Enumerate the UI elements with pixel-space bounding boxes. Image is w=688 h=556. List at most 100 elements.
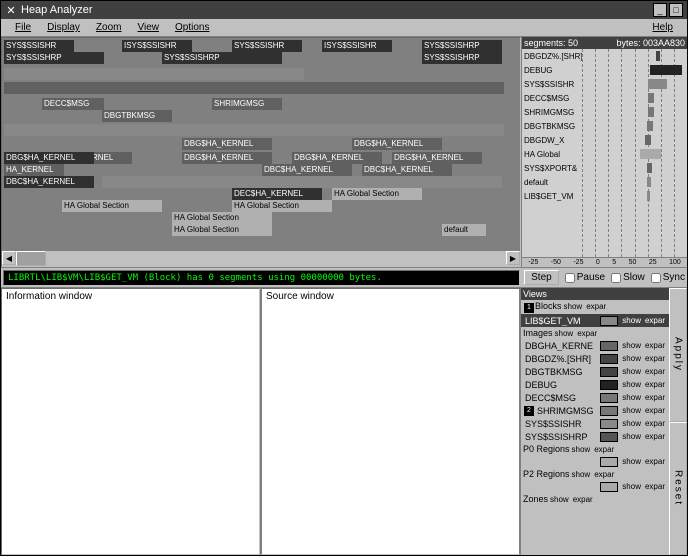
heap-block[interactable]: DBG$HA_KERNEL <box>352 138 442 150</box>
segment-row[interactable]: DBGDW_X <box>522 133 687 147</box>
segment-row[interactable]: DBGDZ%.[SHR] <box>522 49 687 63</box>
expand-link[interactable]: expar <box>643 419 667 428</box>
view-item[interactable]: showexpar <box>521 455 669 468</box>
view-section-header[interactable]: 1Blocksshowexpar <box>521 300 669 314</box>
view-section-header[interactable]: P0 Regionsshowexpar <box>521 443 669 455</box>
heap-block[interactable] <box>102 176 502 188</box>
view-item[interactable]: DBGHA_KERNEshowexpar <box>521 339 669 352</box>
heap-block[interactable] <box>4 68 304 80</box>
segment-row[interactable]: HA Global <box>522 147 687 161</box>
show-link[interactable]: show <box>570 470 593 479</box>
heap-block[interactable]: DBG$HA_KERNEL <box>182 138 272 150</box>
show-link[interactable]: show <box>620 341 643 350</box>
heap-block[interactable]: HA_KERNEL <box>4 164 64 176</box>
expand-link[interactable]: expar <box>643 354 667 363</box>
heap-block[interactable]: DBG$HA_KERNEL <box>182 152 272 164</box>
heap-block[interactable] <box>4 124 504 136</box>
expand-link[interactable]: expar <box>584 302 608 311</box>
heap-block[interactable]: HA Global Section <box>62 200 162 212</box>
segment-row[interactable]: DEBUG <box>522 63 687 77</box>
minimize-button[interactable]: _ <box>653 3 667 17</box>
heap-block[interactable]: SHRIMGMSG <box>212 98 282 110</box>
view-item[interactable]: DEBUGshowexpar <box>521 378 669 391</box>
view-item[interactable]: LIB$GET_VMshowexpar <box>521 314 669 327</box>
sync-checkbox[interactable]: Sync <box>651 272 685 283</box>
expand-link[interactable]: expar <box>643 380 667 389</box>
information-window[interactable]: Information window <box>1 288 260 555</box>
heap-block[interactable]: ISYS$SSISHR <box>322 40 392 52</box>
menu-options[interactable]: Options <box>167 21 217 34</box>
menu-view[interactable]: View <box>129 21 167 34</box>
show-link[interactable]: show <box>620 419 643 428</box>
heap-block[interactable]: SYS$SSISHR <box>4 40 74 52</box>
scroll-left-icon[interactable]: ◀ <box>2 251 16 265</box>
show-link[interactable]: show <box>553 329 576 338</box>
source-window[interactable]: Source window <box>260 288 521 555</box>
menu-display[interactable]: Display <box>39 21 88 34</box>
expand-link[interactable]: expar <box>643 406 667 415</box>
show-link[interactable]: show <box>562 302 585 311</box>
show-link[interactable]: show <box>548 495 571 504</box>
heap-scrollbar-h[interactable]: ◀ ▶ <box>2 250 520 266</box>
heap-block[interactable]: DBGTBKMSG <box>102 110 172 122</box>
heap-block[interactable]: ISYS$SSISHR <box>122 40 192 52</box>
heap-block[interactable]: DBC$HA_KERNEL <box>362 164 452 176</box>
show-link[interactable]: show <box>620 316 643 325</box>
segments-chart[interactable]: DBGDZ%.[SHR]DEBUGSYS$SSISHRDECC$MSGSHRIM… <box>522 49 687 257</box>
heap-block[interactable]: DBG$HA_KERNEL <box>392 152 482 164</box>
menu-help[interactable]: Help <box>644 21 681 34</box>
heap-block[interactable]: SYS$SSISHRP <box>422 40 502 52</box>
heap-block[interactable]: SYS$SSISHR <box>232 40 302 52</box>
heap-block[interactable]: default <box>442 224 486 236</box>
reset-button[interactable]: Reset <box>669 422 687 556</box>
expand-link[interactable]: expar <box>643 432 667 441</box>
view-section-header[interactable]: Imagesshowexpar <box>521 327 669 339</box>
pause-checkbox[interactable]: Pause <box>565 272 605 283</box>
step-button[interactable]: Step <box>524 270 559 285</box>
segment-row[interactable]: LIB$GET_VM <box>522 189 687 203</box>
heap-block[interactable]: HA Global Section <box>332 188 422 200</box>
show-link[interactable]: show <box>620 482 643 491</box>
expand-link[interactable]: expar <box>643 316 667 325</box>
segment-row[interactable]: default <box>522 175 687 189</box>
heap-block[interactable]: SYS$SSISHRP <box>422 52 502 64</box>
heap-block[interactable]: DECC$MSG <box>42 98 104 110</box>
expand-link[interactable]: expar <box>571 495 595 504</box>
view-item[interactable]: SYS$SSISHRshowexpar <box>521 417 669 430</box>
heap-block[interactable]: HA Global Section <box>172 224 272 236</box>
heap-block[interactable]: DBC$HA_KERNEL <box>262 164 352 176</box>
expand-link[interactable]: expar <box>643 457 667 466</box>
expand-link[interactable]: expar <box>643 367 667 376</box>
scroll-right-icon[interactable]: ▶ <box>506 251 520 265</box>
heap-block[interactable]: DEC$HA_KERNEL <box>232 188 322 200</box>
heap-block[interactable]: HA Global Section <box>172 212 272 224</box>
heap-block[interactable]: SYS$SSISHRP <box>162 52 282 64</box>
menu-zoom[interactable]: Zoom <box>88 21 130 34</box>
segment-row[interactable]: SYS$XPORT& <box>522 161 687 175</box>
view-section-header[interactable]: Zonesshowexpar <box>521 493 669 505</box>
apply-button[interactable]: Apply <box>669 288 687 422</box>
slow-checkbox[interactable]: Slow <box>611 272 645 283</box>
heap-block[interactable]: DBG$HA_KERNEL <box>292 152 382 164</box>
heap-block[interactable]: SYS$SSISHRP <box>4 52 104 64</box>
expand-link[interactable]: expar <box>592 470 616 479</box>
segment-row[interactable]: SHRIMGMSG <box>522 105 687 119</box>
segment-row[interactable]: DECC$MSG <box>522 91 687 105</box>
segment-row[interactable]: SYS$SSISHR <box>522 77 687 91</box>
heap-block[interactable] <box>4 82 504 94</box>
show-link[interactable]: show <box>620 393 643 402</box>
expand-link[interactable]: expar <box>643 341 667 350</box>
show-link[interactable]: show <box>620 380 643 389</box>
view-item[interactable]: DBGTBKMSGshowexpar <box>521 365 669 378</box>
view-item[interactable]: 2SHRIMGMSGshowexpar <box>521 404 669 417</box>
show-link[interactable]: show <box>620 406 643 415</box>
view-item[interactable]: DBGDZ%.[SHR]showexpar <box>521 352 669 365</box>
expand-link[interactable]: expar <box>575 329 599 338</box>
show-link[interactable]: show <box>620 354 643 363</box>
menu-file[interactable]: File <box>7 21 39 34</box>
heap-block[interactable]: HA Global Section <box>232 200 332 212</box>
show-link[interactable]: show <box>620 432 643 441</box>
heap-block[interactable]: DBC$HA_KERNEL <box>4 176 94 188</box>
heap-block[interactable]: DBG$HA_KERNEL <box>4 152 94 164</box>
heap-view[interactable]: defaultHA Global SectionHA Global Sectio… <box>1 37 521 267</box>
